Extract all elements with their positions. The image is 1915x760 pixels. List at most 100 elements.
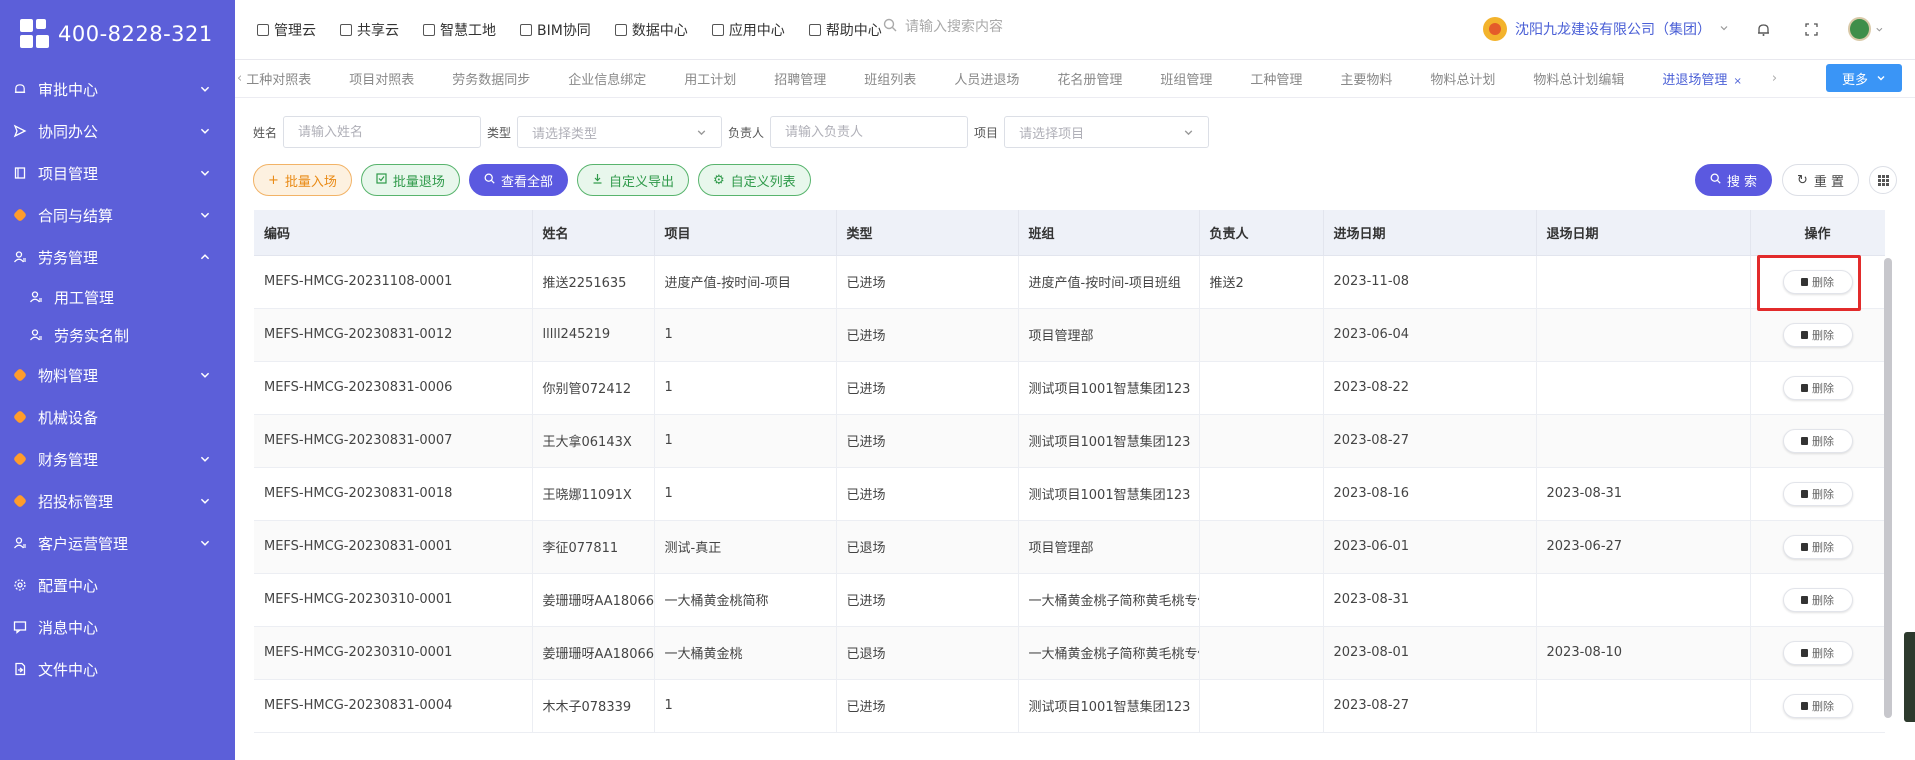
table-row[interactable]: MEFS-HMCG-20230310-0001 姜珊珊呀AA180662 一大桶黄金…	[254, 626, 1885, 680]
sidebar-item-3[interactable]: 项目管理	[0, 152, 235, 194]
tab-scroll-right-icon[interactable]: ›	[1772, 71, 1777, 86]
tab-3[interactable]: 劳务数据同步	[452, 69, 530, 88]
tab-15[interactable]: 进退场管理 ×	[1662, 69, 1741, 88]
tab-7[interactable]: 班组列表	[864, 69, 916, 88]
column-header[interactable]: 进场日期	[1323, 210, 1537, 256]
owner-filter[interactable]	[770, 116, 969, 148]
side-drawer-handle[interactable]	[1904, 632, 1915, 722]
delete-button[interactable]: 删除	[1782, 375, 1853, 400]
delete-button[interactable]: 删除	[1782, 693, 1853, 718]
table-cell: 已进场	[836, 467, 1019, 521]
sidebar-item-7[interactable]: 机械设备	[0, 396, 235, 438]
project-select[interactable]: 请选择项目	[1004, 116, 1210, 148]
batch-enter-button[interactable]: + 批量入场	[253, 164, 352, 196]
topnav-item-5[interactable]: 数据中心	[614, 20, 688, 40]
tab-5[interactable]: 用工计划	[684, 69, 736, 88]
delete-button[interactable]: 删除	[1782, 534, 1853, 559]
topnav-item-6[interactable]: 应用中心	[711, 20, 785, 40]
delete-button[interactable]: 删除	[1782, 322, 1853, 347]
export-button[interactable]: 自定义导出	[576, 164, 689, 196]
table-cell: 1	[654, 308, 837, 362]
view-all-button[interactable]: 查看全部	[468, 164, 568, 196]
name-filter[interactable]	[283, 116, 482, 148]
delete-button[interactable]: 删除	[1782, 587, 1853, 612]
reset-button[interactable]: ↻ 重 置	[1781, 164, 1859, 196]
tab-2[interactable]: 项目对照表	[349, 69, 414, 88]
sidebar-item-5[interactable]: 劳务管理	[0, 236, 235, 278]
global-search-input[interactable]	[905, 19, 1105, 35]
tab-13[interactable]: 物料总计划	[1430, 69, 1495, 88]
sidebar-item-13[interactable]: 文件中心	[0, 648, 235, 690]
name-filter-input[interactable]	[298, 124, 467, 140]
table-cell-actions: 删除	[1750, 679, 1885, 733]
tab-6[interactable]: 招聘管理	[774, 69, 826, 88]
column-header[interactable]: 负责人	[1199, 210, 1324, 256]
column-header[interactable]: 类型	[836, 210, 1019, 256]
sidebar-item-12[interactable]: 消息中心	[0, 606, 235, 648]
table-row[interactable]: MEFS-HMCG-20230831-0001 李征077811 测试-真正 已退场项…	[254, 520, 1885, 574]
table-row[interactable]: MEFS-HMCG-20231108-0001 推送2251635 进度产值-按时间…	[254, 255, 1885, 309]
table-row[interactable]: MEFS-HMCG-20230831-0018 王晓娜11091X 1 已进场 测试项目…	[254, 467, 1885, 521]
column-header[interactable]: 退场日期	[1536, 210, 1751, 256]
bell-icon[interactable]	[1752, 18, 1774, 40]
table-row[interactable]: MEFS-HMCG-20230831-0006 你别管072412 1 已进场 测试项目…	[254, 361, 1885, 415]
tab-9[interactable]: 花名册管理	[1057, 69, 1122, 88]
column-header[interactable]: 编码	[254, 210, 533, 256]
delete-button[interactable]: 删除	[1782, 640, 1853, 665]
sidebar-item-1[interactable]: 审批中心	[0, 68, 235, 110]
delete-button[interactable]: 删除	[1782, 481, 1853, 506]
topnav-item-1[interactable]: 管理云	[257, 20, 316, 40]
delete-button[interactable]: 删除	[1782, 428, 1853, 453]
tab-10[interactable]: 班组管理	[1160, 69, 1212, 88]
tab-scroll-left-icon[interactable]: ‹	[237, 71, 242, 86]
sidebar-item-8[interactable]: 财务管理	[0, 438, 235, 480]
table-row[interactable]: MEFS-HMCG-20230831-0012 lllll245219 1 已进场 项目…	[254, 308, 1885, 362]
fullscreen-icon[interactable]	[1800, 18, 1822, 40]
sidebar-item-6[interactable]: 物料管理	[0, 354, 235, 396]
sidebar-item-10[interactable]: 客户运营管理	[0, 522, 235, 564]
tab-11[interactable]: 工种管理	[1250, 69, 1302, 88]
batch-exit-button[interactable]: 批量退场	[360, 164, 460, 196]
company-switcher[interactable]: 沈阳九龙建设有限公司（集团）	[1483, 17, 1729, 41]
global-search[interactable]	[883, 18, 1105, 36]
table-row[interactable]: MEFS-HMCG-20230831-0007 王大拿06143X 1 已进场 测试项目…	[254, 414, 1885, 468]
column-header[interactable]: 操作	[1750, 210, 1885, 256]
type-select[interactable]: 请选择类型	[517, 116, 723, 148]
tab-12[interactable]: 主要物料	[1340, 69, 1392, 88]
sidebar-item-4[interactable]: 合同与结算	[0, 194, 235, 236]
column-header[interactable]: 班组	[1018, 210, 1200, 256]
table-scrollbar[interactable]	[1884, 258, 1892, 718]
delete-button[interactable]: 删除	[1782, 269, 1853, 294]
tab-14[interactable]: 物料总计划编辑	[1533, 69, 1624, 88]
sidebar-subitem-1[interactable]: 用工管理	[0, 278, 235, 316]
search-button[interactable]: 搜 索	[1694, 164, 1772, 196]
custom-columns-button[interactable]: ⚙ 自定义列表	[697, 164, 811, 196]
topnav-item-7[interactable]: 帮助中心	[808, 20, 882, 40]
table-cell	[1536, 679, 1751, 733]
user-avatar-menu[interactable]	[1848, 17, 1884, 41]
tab-4[interactable]: 企业信息绑定	[568, 69, 646, 88]
tab-1[interactable]: 工种对照表	[246, 69, 311, 88]
topnav-item-3[interactable]: 智慧工地	[423, 20, 496, 40]
sidebar-item-2[interactable]: 协同办公	[0, 110, 235, 152]
sidebar-item-11[interactable]: 配置中心	[0, 564, 235, 606]
column-header[interactable]: 项目	[654, 210, 837, 256]
tab-8[interactable]: 人员进退场	[954, 69, 1019, 88]
close-icon[interactable]: ×	[1733, 76, 1741, 87]
more-button[interactable]: 更多	[1826, 64, 1902, 92]
column-grid-icon[interactable]	[1869, 166, 1897, 194]
sidebar-item-label: 客户运营管理	[38, 534, 129, 553]
tab-label: 物料总计划编辑	[1533, 73, 1625, 88]
table-row[interactable]: MEFS-HMCG-20230831-0004 木木子078339 1 已进场 测试项目…	[254, 679, 1885, 733]
column-header[interactable]: 姓名	[532, 210, 655, 256]
main-content: 姓名 类型 请选择类型 负责人 项目 请选择项目 + 批量入场	[235, 98, 1915, 760]
topnav-item-2[interactable]: 共享云	[340, 20, 399, 40]
sidebar-subitem-2[interactable]: 劳务实名制	[0, 316, 235, 354]
table-cell: 姜珊珊呀AA180662	[532, 626, 655, 680]
table-cell: MEFS-HMCG-20230831-0004	[254, 679, 533, 733]
owner-filter-input[interactable]	[785, 124, 954, 140]
table-row[interactable]: MEFS-HMCG-20230310-0001 姜珊珊呀AA180662 一大桶黄金…	[254, 573, 1885, 627]
sidebar-item-9[interactable]: 招投标管理	[0, 480, 235, 522]
type-select-placeholder: 请选择类型	[532, 126, 598, 142]
topnav-item-4[interactable]: BIM协同	[520, 20, 591, 40]
